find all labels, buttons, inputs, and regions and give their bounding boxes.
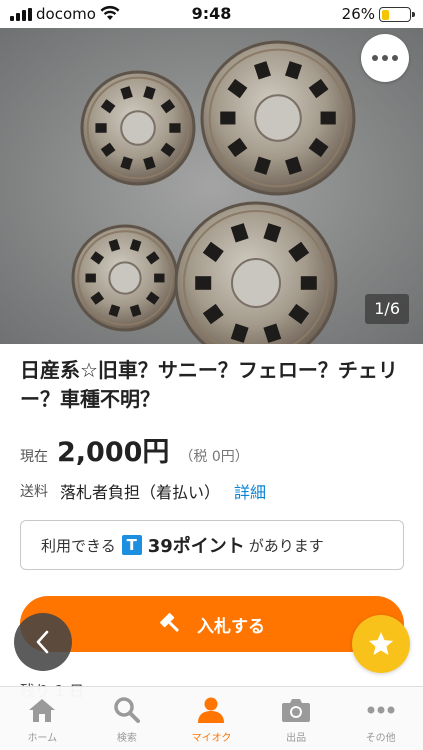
tab-label: 出品 bbox=[286, 733, 307, 744]
battery-fill bbox=[381, 9, 389, 20]
hubcap bbox=[174, 201, 338, 344]
tax-amount: （税 0円） bbox=[179, 449, 249, 465]
dot bbox=[392, 55, 398, 61]
tab-search[interactable]: 検索 bbox=[85, 687, 170, 750]
tab-label: その他 bbox=[365, 733, 396, 744]
battery-icon bbox=[379, 7, 415, 22]
home-icon bbox=[29, 699, 56, 722]
shipping-row: 送料 落札者負担（着払い） 詳細 bbox=[20, 480, 266, 502]
image-counter: 1/6 bbox=[365, 294, 409, 324]
star-icon bbox=[368, 632, 394, 655]
dot bbox=[382, 55, 388, 61]
shipping-details-link[interactable]: 詳細 bbox=[234, 479, 266, 503]
search-icon bbox=[114, 697, 140, 723]
item-image-gallery[interactable]: 1/6 bbox=[0, 28, 423, 344]
t-point-icon: T bbox=[121, 535, 142, 555]
more-options-button[interactable] bbox=[361, 34, 409, 82]
price-label: 現在 bbox=[20, 449, 48, 465]
more-icon bbox=[367, 706, 395, 714]
bottom-tab-bar: ホーム 検索 マイオク 出品 その他 bbox=[0, 686, 423, 750]
dot bbox=[372, 55, 378, 61]
back-button[interactable] bbox=[14, 613, 72, 671]
item-title: 日産系☆旧車？サニー？フェロー？チェリー？車種不明？ bbox=[20, 358, 398, 411]
person-icon bbox=[198, 697, 225, 723]
camera-icon bbox=[282, 699, 311, 722]
price-row: 現在 2,000円 （税 0円） bbox=[20, 430, 249, 468]
bid-button[interactable]: 入札する bbox=[20, 596, 404, 652]
tab-my-auction[interactable]: マイオク bbox=[169, 687, 254, 750]
tab-label: 検索 bbox=[116, 733, 137, 744]
hubcap bbox=[80, 70, 196, 186]
tab-home[interactable]: ホーム bbox=[0, 687, 85, 750]
shipping-label: 送料 bbox=[20, 484, 48, 500]
gavel-icon bbox=[160, 613, 179, 632]
watchlist-button[interactable] bbox=[352, 615, 410, 673]
hubcaps-photo bbox=[0, 28, 423, 344]
hubcap bbox=[200, 40, 356, 196]
hubcap bbox=[71, 224, 179, 332]
tab-label: マイオク bbox=[191, 733, 232, 744]
bid-button-label: 入札する bbox=[197, 616, 265, 637]
battery-percent: 26% bbox=[341, 5, 375, 23]
tab-sell[interactable]: 出品 bbox=[254, 687, 339, 750]
tab-label: ホーム bbox=[27, 733, 58, 744]
t-points-banner[interactable]: 利用できる T 39ポイント があります bbox=[20, 520, 404, 570]
chevron-left-icon bbox=[36, 630, 49, 654]
current-price: 2,000円 bbox=[57, 437, 170, 468]
tab-other[interactable]: その他 bbox=[338, 687, 423, 750]
points-prefix: 利用できる bbox=[41, 536, 116, 555]
points-amount: 39ポイント bbox=[147, 536, 245, 557]
shipping-value: 落札者負担（着払い） bbox=[60, 483, 221, 502]
points-suffix: があります bbox=[248, 536, 324, 555]
status-bar: docomo 9:48 26% bbox=[0, 0, 423, 28]
